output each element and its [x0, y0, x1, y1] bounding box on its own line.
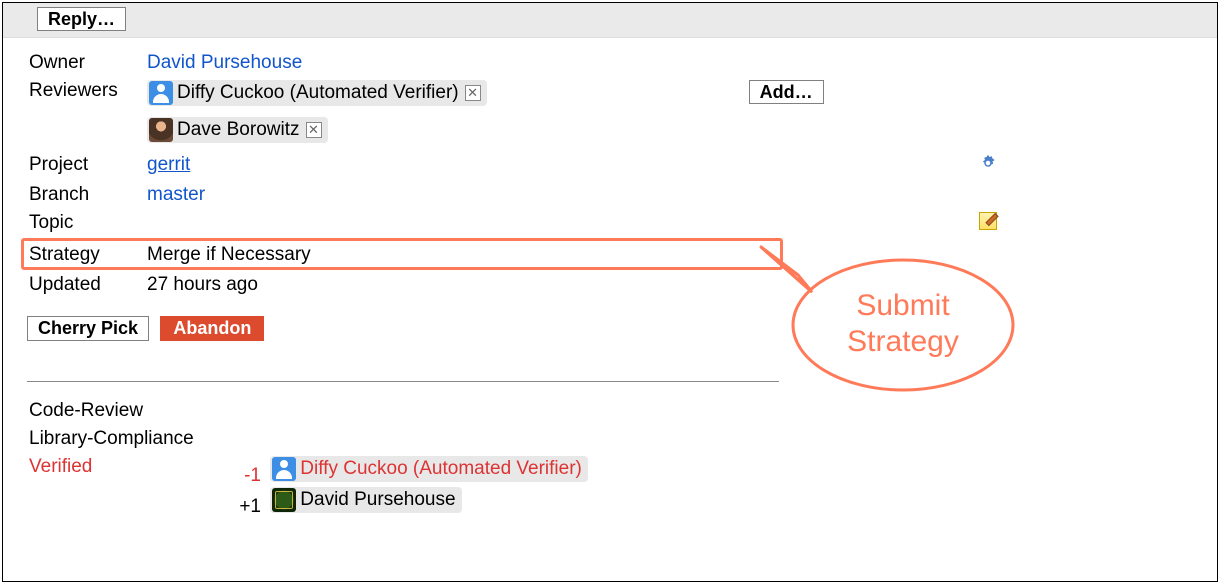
vote-row: -1 Diffy Cuckoo (Automated Verifier)	[233, 456, 588, 487]
person-icon	[272, 488, 296, 512]
action-bar: Cherry Pick Abandon	[27, 316, 1217, 341]
reviewer-chip[interactable]: Dave Borowitz ✕	[147, 117, 328, 143]
label-name: Library-Compliance	[29, 426, 231, 452]
topic-label: Topic	[29, 210, 141, 238]
strategy-value: Merge if Necessary	[143, 242, 777, 268]
remove-reviewer-icon[interactable]: ✕	[306, 122, 322, 138]
project-link[interactable]: gerrit	[147, 154, 190, 175]
reviewer-name: Diffy Cuckoo (Automated Verifier)	[177, 82, 459, 104]
voter-chip[interactable]: David Pursehouse	[270, 487, 461, 513]
reviewers-label: Reviewers	[29, 78, 141, 113]
label-name: Verified	[29, 454, 231, 520]
person-icon	[272, 457, 296, 481]
project-label: Project	[29, 152, 141, 180]
branch-label: Branch	[29, 182, 141, 208]
gear-icon[interactable]	[979, 154, 997, 172]
add-reviewer-button[interactable]: Add…	[749, 80, 824, 104]
vote-score: -1	[233, 465, 261, 487]
header-bar: Reply…	[3, 3, 1217, 38]
voter-name: David Pursehouse	[300, 489, 455, 511]
person-icon	[149, 118, 173, 142]
voter-name: Diffy Cuckoo (Automated Verifier)	[300, 458, 582, 480]
change-content: Owner David Pursehouse Reviewers Diffy C…	[3, 38, 1217, 522]
separator	[27, 381, 779, 382]
remove-reviewer-icon[interactable]: ✕	[465, 85, 481, 101]
abandon-button[interactable]: Abandon	[160, 316, 264, 341]
owner-label: Owner	[29, 50, 141, 76]
updated-value: 27 hours ago	[143, 272, 258, 298]
voter-chip[interactable]: Diffy Cuckoo (Automated Verifier)	[270, 456, 588, 482]
strategy-row: Strategy Merge if Necessary	[27, 240, 779, 270]
vote-row: +1 David Pursehouse	[233, 487, 588, 518]
branch-link[interactable]: master	[147, 184, 205, 205]
label-name: Code-Review	[29, 398, 231, 424]
review-labels-table: Code-Review Library-Compliance Verified …	[27, 396, 590, 522]
person-icon	[149, 81, 173, 105]
info-table: Owner David Pursehouse Reviewers Diffy C…	[27, 48, 999, 240]
reply-button[interactable]: Reply…	[37, 7, 126, 31]
vote-score: +1	[233, 496, 261, 518]
cherry-pick-button[interactable]: Cherry Pick	[27, 316, 149, 341]
edit-topic-icon[interactable]	[979, 212, 997, 230]
reviewer-chip[interactable]: Diffy Cuckoo (Automated Verifier) ✕	[147, 80, 487, 106]
app-frame: Reply… Owner David Pursehouse Reviewers …	[2, 2, 1218, 582]
strategy-label: Strategy	[29, 242, 141, 268]
owner-link[interactable]: David Pursehouse	[147, 52, 302, 73]
reviewer-name: Dave Borowitz	[177, 119, 300, 141]
updated-label: Updated	[29, 272, 141, 298]
